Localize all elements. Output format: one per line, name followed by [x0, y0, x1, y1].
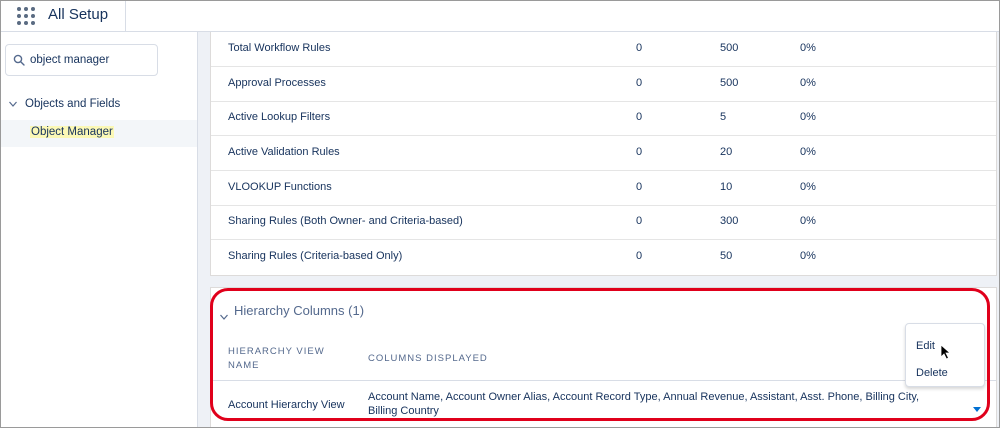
- table-row: VLOOKUP Functions 0 10 0%: [211, 171, 996, 206]
- limit-max: 20: [720, 146, 733, 158]
- sidebar-item-object-manager[interactable]: Object Manager: [1, 120, 197, 147]
- chevron-down-icon[interactable]: [219, 312, 229, 322]
- table-row: Sharing Rules (Both Owner- and Criteria-…: [211, 205, 996, 240]
- section-title: Hierarchy Columns (1): [234, 303, 365, 318]
- quick-find-input[interactable]: [30, 52, 154, 68]
- limit-used: 0: [636, 42, 643, 54]
- limit-percent: 0%: [800, 181, 816, 193]
- table-row: Active Validation Rules 0 20 0%: [211, 136, 996, 171]
- table-row: Sharing Rules (Criteria-based Only) 0 50…: [211, 240, 996, 274]
- table-row: Active Lookup Filters 0 5 0%: [211, 101, 996, 136]
- main-content: Total Workflow Rules 0 500 0% Approval P…: [198, 32, 999, 427]
- hierarchy-view-name: Account Hierarchy View: [228, 399, 345, 411]
- limit-max: 500: [720, 77, 739, 89]
- limit-name: VLOOKUP Functions: [228, 181, 332, 193]
- limit-name: Sharing Rules (Criteria-based Only): [228, 250, 403, 262]
- limit-percent: 0%: [800, 42, 816, 54]
- app-title: All Setup: [48, 6, 109, 23]
- limit-name: Active Validation Rules: [228, 146, 340, 158]
- limit-percent: 0%: [800, 215, 816, 227]
- limit-used: 0: [636, 181, 643, 193]
- menu-item-edit[interactable]: Edit: [916, 340, 935, 352]
- search-icon: [13, 54, 25, 66]
- limit-used: 0: [636, 77, 643, 89]
- table-row: Total Workflow Rules 0 500 0%: [211, 32, 996, 67]
- mouse-cursor-icon: [940, 344, 952, 360]
- limit-name: Sharing Rules (Both Owner- and Criteria-…: [228, 215, 463, 227]
- limit-name: Total Workflow Rules: [228, 42, 331, 54]
- limit-percent: 0%: [800, 146, 816, 158]
- limit-used: 0: [636, 146, 643, 158]
- limit-max: 10: [720, 181, 733, 193]
- setup-sidebar: Objects and Fields Object Manager: [1, 32, 198, 427]
- limit-percent: 0%: [800, 111, 816, 123]
- divider: [211, 380, 996, 381]
- limit-max: 500: [720, 42, 739, 54]
- top-bar: All Setup: [1, 1, 999, 32]
- limit-percent: 0%: [800, 250, 816, 262]
- limit-name: Approval Processes: [228, 77, 326, 89]
- limit-percent: 0%: [800, 77, 816, 89]
- tree-group-objects-and-fields[interactable]: Objects and Fields: [8, 98, 120, 110]
- limit-max: 300: [720, 215, 739, 227]
- columns-displayed: Account Name, Account Owner Alias, Accou…: [368, 391, 920, 417]
- quick-find-box[interactable]: [5, 44, 158, 76]
- column-header-columns-displayed: COLUMNS DISPLAYED: [368, 353, 488, 364]
- table-row: Approval Processes 0 500 0%: [211, 67, 996, 102]
- menu-item-delete[interactable]: Delete: [916, 367, 948, 379]
- title-divider: [125, 1, 126, 31]
- limits-table: Total Workflow Rules 0 500 0% Approval P…: [210, 32, 997, 276]
- limit-name: Active Lookup Filters: [228, 111, 331, 123]
- hierarchy-columns-section: Hierarchy Columns (1) HIERARCHY VIEW NAM…: [210, 287, 997, 427]
- app-frame: All Setup Objects and Fields Object Mana…: [0, 0, 1000, 428]
- app-launcher-icon[interactable]: [17, 7, 35, 25]
- column-header-view-name: HIERARCHY VIEW NAME: [228, 346, 325, 371]
- chevron-down-icon: [9, 101, 17, 107]
- limit-used: 0: [636, 111, 643, 123]
- limit-max: 50: [720, 250, 733, 262]
- limit-used: 0: [636, 250, 643, 262]
- limit-used: 0: [636, 215, 643, 227]
- row-action-dropdown-icon[interactable]: [970, 402, 984, 416]
- sidebar-item-label: Object Manager: [30, 126, 114, 138]
- tree-group-label: Objects and Fields: [25, 98, 121, 110]
- limit-max: 5: [720, 111, 727, 123]
